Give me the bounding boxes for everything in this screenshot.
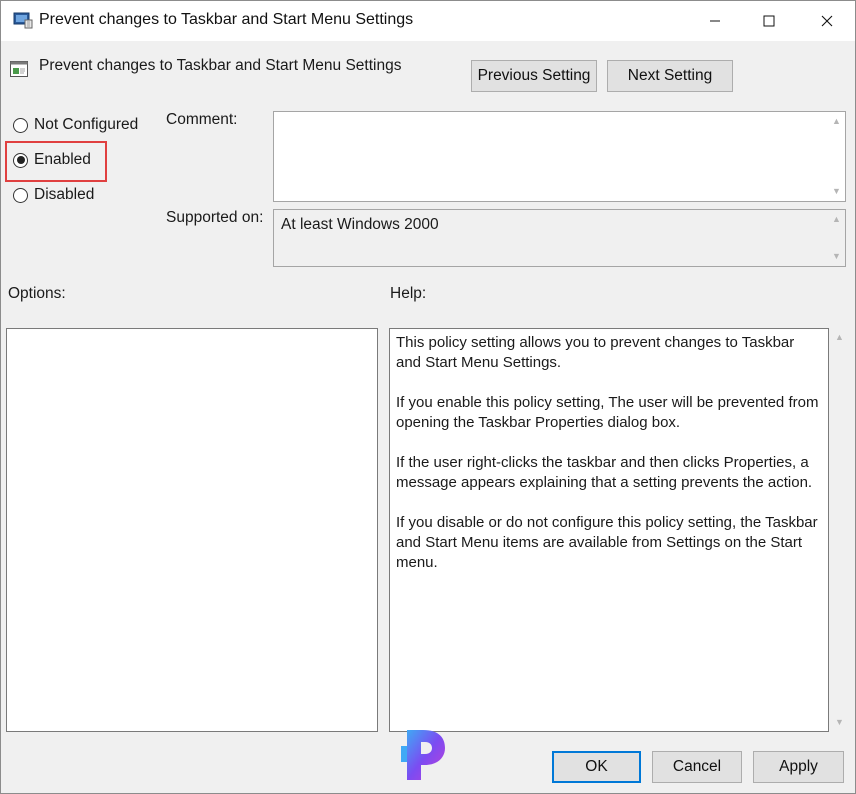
- scroll-down-icon[interactable]: ▼: [832, 187, 841, 196]
- supported-on-value: At least Windows 2000: [281, 216, 439, 233]
- previous-setting-button[interactable]: Previous Setting: [471, 60, 597, 92]
- close-icon: [821, 15, 833, 27]
- maximize-button[interactable]: [741, 1, 797, 41]
- scroll-down-icon[interactable]: ▼: [835, 718, 844, 727]
- supported-scrollbar[interactable]: ▲ ▼: [828, 210, 845, 266]
- policy-title: Prevent changes to Taskbar and Start Men…: [39, 57, 402, 74]
- comment-label: Comment:: [166, 111, 238, 128]
- supported-on-label: Supported on:: [166, 209, 264, 226]
- radio-label: Not Configured: [34, 116, 139, 133]
- help-panel: This policy setting allows you to preven…: [389, 328, 829, 732]
- comment-field[interactable]: ▲ ▼: [273, 111, 846, 202]
- help-paragraph: This policy setting allows you to preven…: [396, 334, 795, 371]
- policy-app-icon: [13, 12, 33, 29]
- radio-not-configured[interactable]: Not Configured: [13, 116, 138, 134]
- apply-button[interactable]: Apply: [753, 751, 844, 783]
- scroll-up-icon[interactable]: ▲: [835, 333, 844, 342]
- options-label: Options:: [8, 285, 66, 302]
- minimize-icon: [710, 20, 720, 22]
- ok-button[interactable]: OK: [552, 751, 641, 783]
- minimize-button[interactable]: [687, 1, 743, 41]
- dialog-window: Prevent changes to Taskbar and Start Men…: [0, 0, 856, 794]
- help-paragraph: If the user right-clicks the taskbar and…: [396, 454, 813, 491]
- help-paragraph: If you disable or do not configure this …: [396, 514, 818, 571]
- scroll-up-icon[interactable]: ▲: [832, 117, 841, 126]
- radio-label: Disabled: [34, 186, 95, 203]
- help-paragraph: If you enable this policy setting, The u…: [396, 394, 819, 431]
- setting-icon: [10, 61, 28, 77]
- radio-disabled[interactable]: Disabled: [13, 186, 94, 204]
- scroll-down-icon[interactable]: ▼: [832, 252, 841, 261]
- next-setting-button[interactable]: Next Setting: [607, 60, 733, 92]
- radio-button[interactable]: [13, 187, 28, 203]
- maximize-icon: [763, 15, 775, 27]
- supported-on-field: At least Windows 2000 ▲ ▼: [273, 209, 846, 267]
- close-button[interactable]: [799, 1, 855, 41]
- scroll-up-icon[interactable]: ▲: [832, 215, 841, 224]
- help-label: Help:: [390, 285, 427, 302]
- help-scrollbar[interactable]: ▲ ▼: [831, 328, 848, 732]
- window-title: Prevent changes to Taskbar and Start Men…: [39, 11, 414, 28]
- comment-scrollbar[interactable]: ▲ ▼: [828, 112, 845, 201]
- cancel-button[interactable]: Cancel: [652, 751, 742, 783]
- radio-button[interactable]: [13, 117, 28, 133]
- enabled-highlight-box: [5, 141, 107, 182]
- watermark-logo-icon: [401, 730, 445, 780]
- title-bar[interactable]: Prevent changes to Taskbar and Start Men…: [1, 1, 855, 41]
- options-panel: [6, 328, 378, 732]
